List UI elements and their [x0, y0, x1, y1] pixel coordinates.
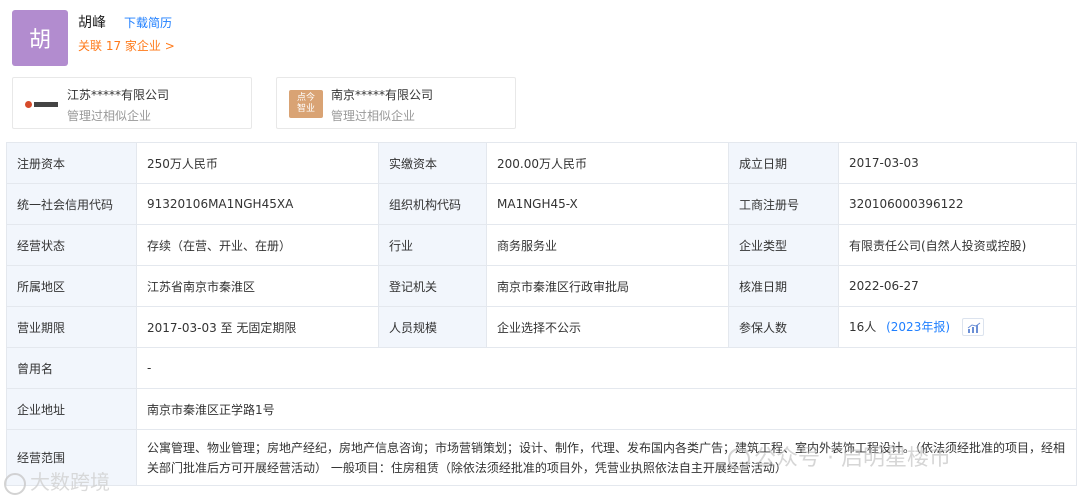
company-card-1[interactable]: 江苏*****有限公司 管理过相似企业: [12, 77, 252, 129]
company-relation: 管理过相似企业: [67, 109, 152, 123]
business-info-table: 注册资本 250万人民币 实缴资本 200.00万人民币 成立日期 2017-0…: [6, 142, 1077, 486]
field-label: 人员规模: [378, 306, 487, 348]
table-row: 统一社会信用代码 91320106MA1NGH45XA 组织机构代码 MA1NG…: [6, 183, 1077, 225]
business-status: 存续（在营、开业、在册）: [136, 224, 379, 266]
field-label: 经营范围: [6, 429, 137, 486]
field-label: 实缴资本: [378, 142, 487, 184]
table-row: 所属地区 江苏省南京市秦淮区 登记机关 南京市秦淮区行政审批局 核准日期 202…: [6, 265, 1077, 307]
field-label: 参保人数: [728, 306, 839, 348]
field-label: 注册资本: [6, 142, 137, 184]
business-scope: 公寓管理、物业管理；房地产经纪，房地产信息咨询；市场营销策划；设计、制作，代理、…: [136, 429, 1077, 486]
paid-capital: 200.00万人民币: [486, 142, 729, 184]
table-row: 经营状态 存续（在营、开业、在册） 行业 商务服务业 企业类型 有限责任公司(自…: [6, 224, 1077, 266]
staff-size: 企业选择不公示: [486, 306, 729, 348]
company-relation: 管理过相似企业: [331, 109, 416, 123]
business-term: 2017-03-03 至 无固定期限: [136, 306, 379, 348]
download-resume-link[interactable]: 下载简历: [124, 14, 172, 31]
field-label: 所属地区: [6, 265, 137, 307]
related-companies-link[interactable]: 关联 17 家企业 >: [78, 37, 175, 54]
registration-authority: 南京市秦淮区行政审批局: [486, 265, 729, 307]
field-label: 曾用名: [6, 347, 137, 389]
field-label: 组织机构代码: [378, 183, 487, 225]
person-header: 胡 胡峰 下载简历 关联 17 家企业 >: [12, 10, 612, 68]
company-type: 有限责任公司(自然人投资或控股): [838, 224, 1077, 266]
insured-count: 16人: [849, 319, 877, 334]
former-name: -: [136, 347, 1077, 389]
insured-count-cell: 16人 (2023年报): [838, 306, 1077, 348]
company-logo-icon: 点今 智业: [289, 90, 323, 118]
field-label: 工商注册号: [728, 183, 839, 225]
region: 江苏省南京市秦淮区: [136, 265, 379, 307]
field-label: 登记机关: [378, 265, 487, 307]
company-address: 南京市秦淮区正学路1号: [136, 388, 1077, 430]
field-label: 营业期限: [6, 306, 137, 348]
annual-report-link[interactable]: (2023年报): [886, 320, 950, 334]
table-row: 经营范围 公寓管理、物业管理；房地产经纪，房地产信息咨询；市场营销策划；设计、制…: [6, 429, 1077, 486]
approved-date: 2022-06-27: [838, 265, 1077, 307]
table-row: 营业期限 2017-03-03 至 无固定期限 人员规模 企业选择不公示 参保人…: [6, 306, 1077, 348]
industry: 商务服务业: [486, 224, 729, 266]
credit-code: 91320106MA1NGH45XA: [136, 183, 379, 225]
established-date: 2017-03-03: [838, 142, 1077, 184]
table-row: 企业地址 南京市秦淮区正学路1号: [6, 388, 1077, 430]
company-name[interactable]: 南京*****有限公司: [331, 86, 433, 103]
table-row: 曾用名 -: [6, 347, 1077, 389]
field-label: 经营状态: [6, 224, 137, 266]
field-label: 企业类型: [728, 224, 839, 266]
avatar: 胡: [12, 10, 68, 66]
registration-number: 320106000396122: [838, 183, 1077, 225]
registered-capital: 250万人民币: [136, 142, 379, 184]
person-name[interactable]: 胡峰: [78, 12, 106, 32]
company-name[interactable]: 江苏*****有限公司: [67, 86, 169, 103]
field-label: 行业: [378, 224, 487, 266]
company-card-2[interactable]: 点今 智业 南京*****有限公司 管理过相似企业: [276, 77, 516, 129]
field-label: 企业地址: [6, 388, 137, 430]
field-label: 统一社会信用代码: [6, 183, 137, 225]
org-code: MA1NGH45-X: [486, 183, 729, 225]
table-row: 注册资本 250万人民币 实缴资本 200.00万人民币 成立日期 2017-0…: [6, 142, 1077, 184]
field-label: 成立日期: [728, 142, 839, 184]
trend-chart-icon[interactable]: [961, 318, 984, 337]
company-logo-icon: [25, 90, 59, 118]
field-label: 核准日期: [728, 265, 839, 307]
